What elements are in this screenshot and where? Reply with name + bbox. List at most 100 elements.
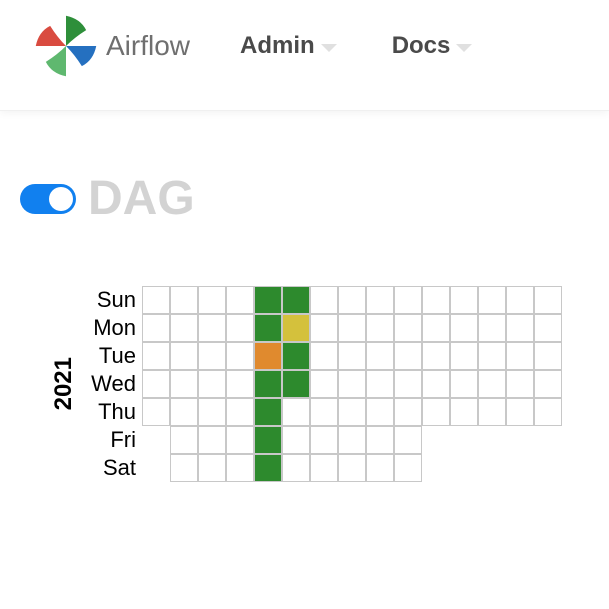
calendar-cell[interactable]	[478, 398, 506, 426]
calendar-cell[interactable]	[170, 342, 198, 370]
calendar-cell[interactable]	[198, 398, 226, 426]
calendar-cell[interactable]	[422, 370, 450, 398]
calendar-cell[interactable]	[226, 286, 254, 314]
calendar-cell[interactable]	[226, 314, 254, 342]
nav-docs[interactable]: Docs	[392, 32, 473, 60]
calendar-cell[interactable]	[198, 342, 226, 370]
calendar-cell[interactable]	[450, 398, 478, 426]
calendar-cell[interactable]	[254, 454, 282, 482]
calendar-cell[interactable]	[338, 342, 366, 370]
calendar-cell[interactable]	[422, 398, 450, 426]
calendar-cell[interactable]	[450, 314, 478, 342]
calendar-cell[interactable]	[170, 286, 198, 314]
calendar-cell[interactable]	[478, 342, 506, 370]
calendar-cell[interactable]	[282, 454, 310, 482]
calendar-cell[interactable]	[142, 370, 170, 398]
calendar-cell[interactable]	[478, 370, 506, 398]
calendar-cell[interactable]	[170, 370, 198, 398]
calendar-cell[interactable]	[450, 370, 478, 398]
calendar-cell[interactable]	[282, 398, 310, 426]
calendar-cell[interactable]	[338, 426, 366, 454]
calendar-cell[interactable]	[142, 314, 170, 342]
calendar-cell[interactable]	[226, 454, 254, 482]
calendar-cell[interactable]	[170, 454, 198, 482]
calendar-cell[interactable]	[338, 286, 366, 314]
day-label: Thu	[86, 398, 136, 426]
calendar-cell[interactable]	[506, 370, 534, 398]
calendar-cell[interactable]	[282, 342, 310, 370]
calendar-cell[interactable]	[310, 314, 338, 342]
calendar-cell[interactable]	[394, 398, 422, 426]
calendar-cell[interactable]	[366, 370, 394, 398]
calendar-cell[interactable]	[534, 370, 562, 398]
calendar-cell[interactable]	[534, 314, 562, 342]
calendar-cell[interactable]	[534, 342, 562, 370]
calendar-cell[interactable]	[142, 286, 170, 314]
day-label: Mon	[86, 314, 136, 342]
calendar-cell[interactable]	[394, 370, 422, 398]
calendar-cell[interactable]	[450, 342, 478, 370]
calendar-cell[interactable]	[282, 314, 310, 342]
calendar-cell[interactable]	[142, 342, 170, 370]
calendar-cell[interactable]	[394, 342, 422, 370]
calendar-cell[interactable]	[422, 342, 450, 370]
calendar-cell[interactable]	[506, 342, 534, 370]
calendar-cell[interactable]	[310, 342, 338, 370]
brand-logo[interactable]: Airflow	[30, 10, 190, 82]
calendar-cell[interactable]	[366, 342, 394, 370]
calendar-cell[interactable]	[506, 398, 534, 426]
nav-admin[interactable]: Admin	[240, 32, 337, 60]
calendar-cell[interactable]	[310, 286, 338, 314]
calendar-cell[interactable]	[198, 286, 226, 314]
calendar-cell[interactable]	[478, 314, 506, 342]
calendar-cell[interactable]	[394, 314, 422, 342]
calendar-cell[interactable]	[310, 454, 338, 482]
calendar-cell[interactable]	[282, 370, 310, 398]
dag-pause-toggle[interactable]	[20, 184, 76, 214]
calendar-cell[interactable]	[422, 286, 450, 314]
calendar-cell[interactable]	[338, 314, 366, 342]
calendar-cell[interactable]	[282, 426, 310, 454]
calendar-cell[interactable]	[226, 370, 254, 398]
calendar-cell[interactable]	[170, 426, 198, 454]
calendar-cell[interactable]	[534, 398, 562, 426]
calendar-cell[interactable]	[366, 314, 394, 342]
calendar-cell[interactable]	[394, 454, 422, 482]
calendar-cell[interactable]	[254, 286, 282, 314]
calendar-cell[interactable]	[394, 426, 422, 454]
calendar-cell[interactable]	[422, 314, 450, 342]
calendar-cell[interactable]	[198, 370, 226, 398]
calendar-cell[interactable]	[310, 370, 338, 398]
calendar-cell[interactable]	[254, 370, 282, 398]
calendar-cell[interactable]	[506, 314, 534, 342]
calendar-cell[interactable]	[226, 342, 254, 370]
calendar-cell[interactable]	[226, 426, 254, 454]
calendar-cell[interactable]	[338, 370, 366, 398]
calendar-cell[interactable]	[282, 286, 310, 314]
calendar-cell[interactable]	[198, 454, 226, 482]
calendar-cell[interactable]	[450, 286, 478, 314]
dag-title: DAG	[88, 171, 195, 226]
calendar-cell[interactable]	[338, 454, 366, 482]
calendar-cell[interactable]	[534, 286, 562, 314]
calendar-cell[interactable]	[506, 286, 534, 314]
calendar-cell[interactable]	[366, 426, 394, 454]
calendar-cell[interactable]	[170, 398, 198, 426]
calendar-cell[interactable]	[254, 314, 282, 342]
calendar-cell[interactable]	[254, 426, 282, 454]
calendar-cell[interactable]	[338, 398, 366, 426]
calendar-cell[interactable]	[198, 426, 226, 454]
calendar-cell[interactable]	[478, 286, 506, 314]
calendar-cell[interactable]	[366, 286, 394, 314]
calendar-cell[interactable]	[366, 398, 394, 426]
calendar-cell[interactable]	[226, 398, 254, 426]
calendar-cell[interactable]	[142, 398, 170, 426]
calendar-cell[interactable]	[254, 398, 282, 426]
calendar-cell[interactable]	[170, 314, 198, 342]
calendar-cell[interactable]	[310, 426, 338, 454]
calendar-cell[interactable]	[394, 286, 422, 314]
calendar-cell[interactable]	[254, 342, 282, 370]
calendar-cell[interactable]	[366, 454, 394, 482]
calendar-cell[interactable]	[310, 398, 338, 426]
calendar-cell[interactable]	[198, 314, 226, 342]
